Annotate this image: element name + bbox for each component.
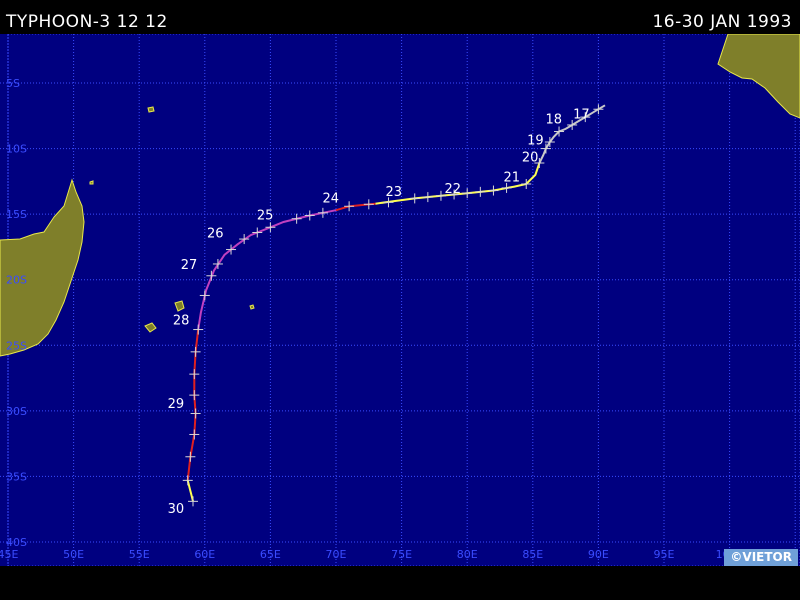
- latitude-label: 20S: [6, 274, 27, 287]
- track-map[interactable]: 1718192021222324252627282930 45E 50E 55E 60…: [0, 34, 800, 566]
- day-label: 30: [168, 502, 185, 517]
- longitude-label: 65E: [260, 548, 281, 561]
- map-title: TYPHOON-3 12 12: [6, 12, 168, 32]
- longitude-label: 75E: [391, 548, 412, 561]
- rodrigues-island: [249, 304, 255, 310]
- day-label: 22: [444, 182, 461, 197]
- latitude-label: 40S: [6, 536, 27, 549]
- day-label: 23: [385, 185, 402, 200]
- longitude-label: 85E: [522, 548, 543, 561]
- latitude-label: 35S: [6, 470, 27, 483]
- seychelles-islet: [147, 106, 155, 113]
- longitude-label: 70E: [326, 548, 347, 561]
- day-label: 27: [181, 258, 198, 273]
- day-label: 18: [546, 113, 563, 128]
- longitude-label: 95E: [654, 548, 675, 561]
- longitude-label: 60E: [194, 548, 215, 561]
- day-label: 28: [173, 313, 190, 328]
- day-label: 25: [257, 208, 274, 223]
- longitude-label: 80E: [457, 548, 478, 561]
- latitude-label: 15S: [6, 208, 27, 221]
- day-label: 20: [522, 151, 539, 166]
- longitude-label: 90E: [588, 548, 609, 561]
- header-bar: TYPHOON-3 12 12 16-30 JAN 1993: [0, 0, 800, 34]
- footer-bar: [0, 566, 800, 600]
- credit-badge: ©VIETOR: [724, 549, 798, 566]
- latitude-label: 10S: [6, 143, 27, 156]
- day-label: 29: [168, 397, 185, 412]
- longitude-label: 45E: [0, 548, 19, 561]
- date-range: 16-30 JAN 1993: [652, 12, 792, 32]
- ocean-background: [0, 34, 800, 566]
- longitude-label: 55E: [129, 548, 150, 561]
- day-label: 17: [573, 107, 590, 122]
- latitude-label: 25S: [6, 339, 27, 352]
- day-label: 24: [322, 191, 339, 206]
- longitude-label: 50E: [63, 548, 84, 561]
- latitude-label: 5S: [6, 77, 20, 90]
- day-label: 19: [527, 134, 544, 149]
- latitude-label: 30S: [6, 405, 27, 418]
- day-label: 26: [207, 227, 224, 242]
- day-label: 21: [504, 170, 521, 185]
- chagos-islet: [89, 180, 94, 185]
